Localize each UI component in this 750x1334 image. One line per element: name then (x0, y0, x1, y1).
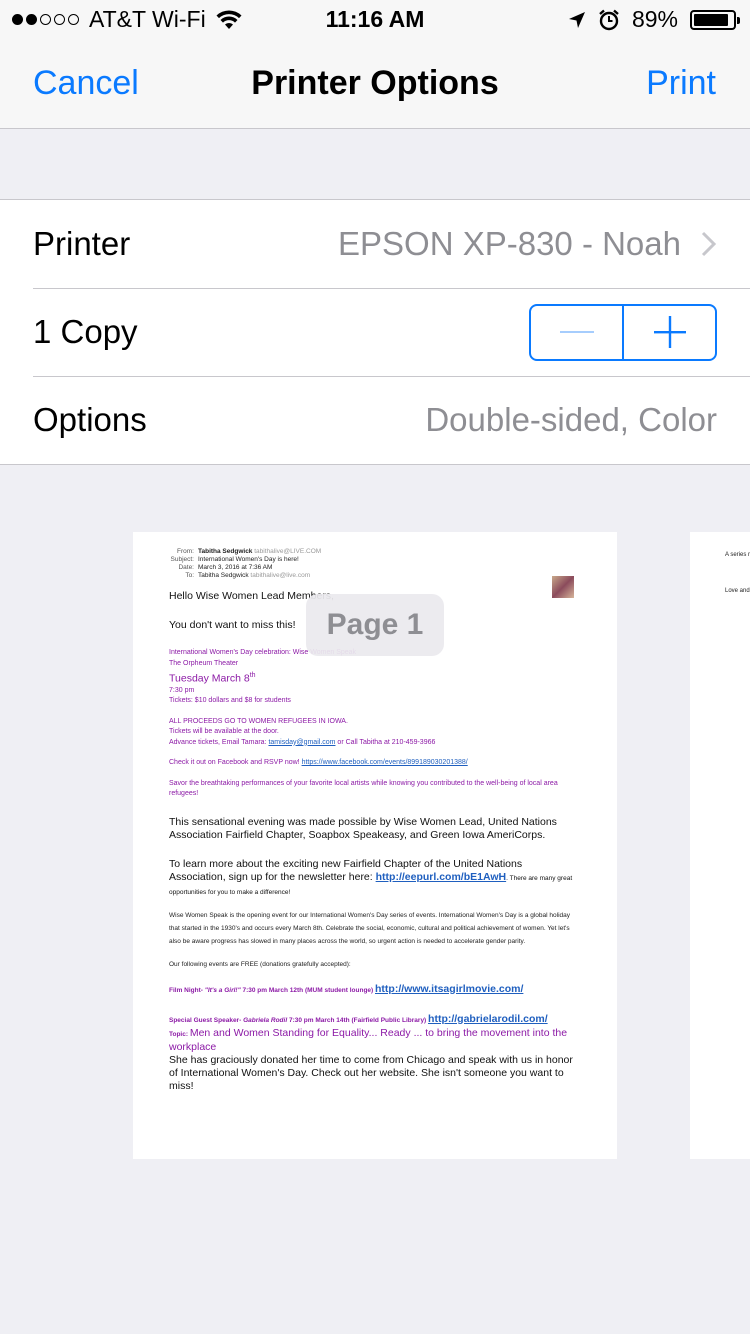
print-preview-area[interactable]: From: Tabitha Sedgwick tabithalive@LIVE.C… (0, 462, 750, 1334)
free-events-line: Our following events are FREE (donations… (169, 960, 351, 968)
copies-row: 1 Copy (0, 288, 750, 376)
sensational-paragraph: This sensational evening was made possib… (169, 815, 557, 841)
plus-icon (653, 316, 686, 348)
navigation-bar: Cancel Printer Options Print (0, 40, 750, 129)
status-bar: AT&T Wi-Fi 11:16 AM 89% (0, 0, 750, 40)
donated-paragraph: She has graciously donated her time to c… (169, 1053, 573, 1092)
status-right: 89% (568, 6, 740, 33)
film-night-line: Film Night- "It's a Girl!" 7:30 pm March… (169, 983, 579, 997)
facebook-link[interactable]: https://www.facebook.com/events/89918903… (302, 759, 468, 766)
printer-value: EPSON XP-830 - Noah (338, 225, 681, 262)
options-value: Double-sided, Color (425, 401, 717, 438)
event-time: 7:30 pm (169, 686, 195, 694)
print-button[interactable]: Print (646, 64, 716, 103)
proceeds-block: ALL PROCEEDS GO TO WOMEN REFUGEES IN IOW… (169, 717, 579, 749)
wws-paragraph: Wise Women Speak is the opening event fo… (169, 911, 570, 945)
film-title: "It's a Girl!" (204, 986, 241, 994)
printer-row[interactable]: Printer EPSON XP-830 - Noah (0, 200, 750, 288)
learn-paragraph: To learn more about the exciting new Fai… (169, 858, 579, 899)
location-arrow-icon (568, 11, 585, 28)
battery-fill (694, 13, 728, 26)
chevron-right-icon (701, 231, 717, 257)
guest-details: 7:30 pm March 14th (Fairfield Public Lib… (287, 1016, 429, 1024)
proceeds: ALL PROCEEDS GO TO WOMEN REFUGEES IN IOW… (169, 717, 348, 725)
minus-icon (559, 331, 594, 333)
guest-label: Special Guest Speaker- (169, 1016, 242, 1024)
topic-text: Men and Women Standing for Equality... R… (169, 1026, 568, 1053)
increment-button[interactable] (622, 305, 715, 359)
page-number-badge: Page 1 (306, 594, 444, 656)
printer-label: Printer (33, 225, 131, 262)
guest-speaker-line: Special Guest Speaker- Gabriela Rodil 7:… (169, 1013, 579, 1027)
to-key: To: (185, 572, 194, 579)
email-header: From: Tabitha Sedgwick tabithalive@LIVE.C… (169, 548, 322, 580)
event-date-text: Tuesday March 8 (169, 672, 250, 685)
newsletter-link[interactable]: http://eepurl.com/bE1AwH (376, 871, 507, 883)
venue: The Orpheum Theater (169, 659, 239, 667)
options-label: Options (33, 401, 147, 438)
copies-stepper (529, 303, 717, 361)
advance-prefix: Advance tickets, Email Tamara: (169, 738, 269, 746)
event-date-sup: th (249, 672, 256, 679)
date-key: Date: (178, 564, 194, 571)
page2-line-2: Love and Wise W (725, 588, 750, 594)
topic-line: Topic: Men and Women Standing for Equali… (169, 1027, 579, 1054)
printer-settings-list: Printer EPSON XP-830 - Noah 1 Copy Optio… (0, 199, 750, 465)
page-preview-2[interactable]: A series refugee Love and Wise W (690, 532, 750, 1159)
alarm-icon (599, 9, 619, 30)
event-block: International Women's Day celebration: W… (169, 648, 579, 707)
advance-email-link[interactable]: tamisday@gmail.com (268, 739, 335, 746)
date-value: March 3, 2016 at 7:36 AM (198, 564, 273, 571)
savor-line: Savor the breathtaking performances of y… (169, 779, 558, 798)
battery-icon (690, 9, 740, 30)
decrement-button[interactable] (531, 306, 622, 359)
facebook-prefix: Check it out on Facebook and RSVP now! (169, 759, 302, 766)
cancel-button[interactable]: Cancel (33, 64, 139, 103)
to-name: Tabitha Sedgwick (198, 572, 249, 579)
facebook-line: Check it out on Facebook and RSVP now! h… (169, 758, 579, 769)
guest-link[interactable]: http://gabrielarodil.com/ (428, 1013, 548, 1025)
options-row[interactable]: Options Double-sided, Color (0, 376, 750, 464)
from-key: From: (177, 548, 194, 555)
page2-line-1: A series refugee (725, 552, 750, 558)
subject-value: International Women's Day is here! (198, 556, 299, 563)
advance-tickets: Advance tickets, Email Tamara: tamisday@… (169, 738, 579, 749)
battery-percent: 89% (631, 6, 678, 32)
topic-label: Topic: (169, 1030, 190, 1038)
email-body: Hello Wise Women Lead Members, You don't… (169, 590, 579, 1093)
event-date: Tuesday March 8th (169, 669, 579, 686)
film-details: 7:30 pm March 12th (MUM student lounge) (240, 986, 375, 994)
film-label: Film Night- (169, 986, 203, 994)
to-email: tabithalive@live.com (250, 572, 311, 579)
door-tickets: Tickets will be available at the door. (169, 728, 279, 735)
subject-key: Subject: (170, 556, 195, 563)
from-name: Tabitha Sedgwick (198, 548, 253, 555)
advance-suffix: or Call Tabitha at 210-459-3966 (335, 738, 436, 746)
from-email: tabithalive@LIVE.COM (254, 548, 322, 555)
guest-name: Gabriela Rodil (243, 1016, 288, 1024)
copies-label: 1 Copy (33, 313, 138, 350)
film-link[interactable]: http://www.itsagirlmovie.com/ (375, 983, 523, 995)
tickets: Tickets: $10 dollars and $8 for students (169, 697, 291, 704)
